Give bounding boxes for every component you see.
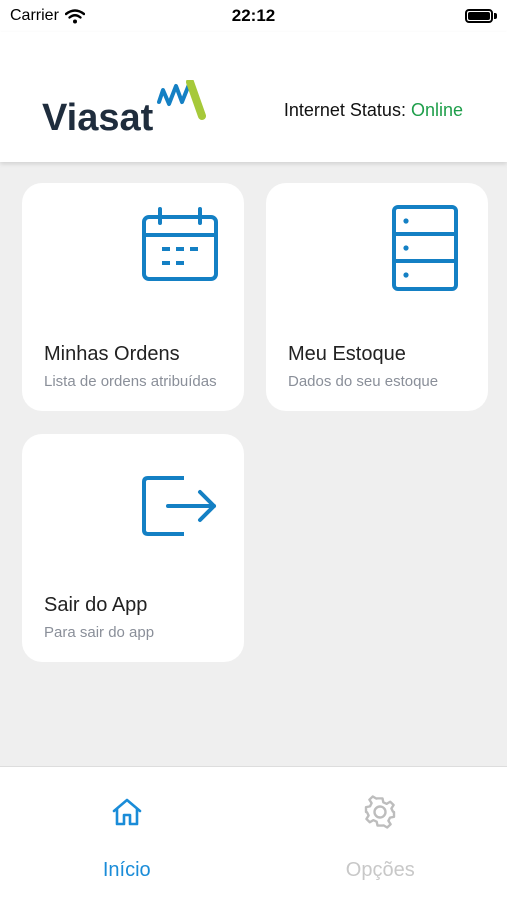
carrier-label: Carrier	[10, 7, 59, 24]
app-header: Viasat Internet Status: Online	[0, 32, 507, 162]
wifi-icon	[64, 8, 85, 23]
app-screen: Carrier 22:12 Viasat Internet Status: On…	[0, 0, 507, 900]
card-title: Minhas Ordens	[44, 343, 180, 365]
card-title: Meu Estoque	[288, 343, 406, 365]
tab-inicio[interactable]: Início	[0, 767, 254, 900]
internet-status-label: Internet Status:	[283, 100, 406, 120]
viasat-logo: Viasat	[42, 80, 206, 138]
card-meu-estoque[interactable]: Meu Estoque Dados do seu estoque	[266, 183, 488, 411]
card-subtitle: Lista de ordens atribuídas	[44, 373, 217, 390]
tab-label: Opções	[345, 859, 415, 881]
calendar-icon	[142, 207, 218, 281]
logout-icon	[142, 476, 216, 536]
card-sair-do-app[interactable]: Sair do App Para sair do app	[22, 434, 244, 662]
battery-icon	[465, 9, 497, 23]
status-bar: Carrier 22:12	[0, 0, 507, 32]
internet-status-value: Online	[410, 100, 463, 120]
card-minhas-ordens[interactable]: Minhas Ordens Lista de ordens atribuídas	[22, 183, 244, 411]
server-stack-icon	[392, 205, 458, 291]
internet-status: Internet Status: Online	[284, 100, 463, 121]
bottom-tab-bar: Início Opções	[0, 766, 507, 900]
logo-text: Viasat	[42, 97, 154, 138]
card-subtitle: Dados do seu estoque	[288, 373, 439, 390]
card-subtitle: Para sair do app	[44, 624, 155, 641]
home-icon	[112, 798, 142, 826]
gear-icon	[365, 795, 396, 829]
tab-label: Início	[102, 859, 151, 881]
tab-opcoes[interactable]: Opções	[254, 767, 507, 900]
card-title: Sair do App	[44, 594, 148, 616]
status-left: Carrier	[10, 7, 85, 25]
